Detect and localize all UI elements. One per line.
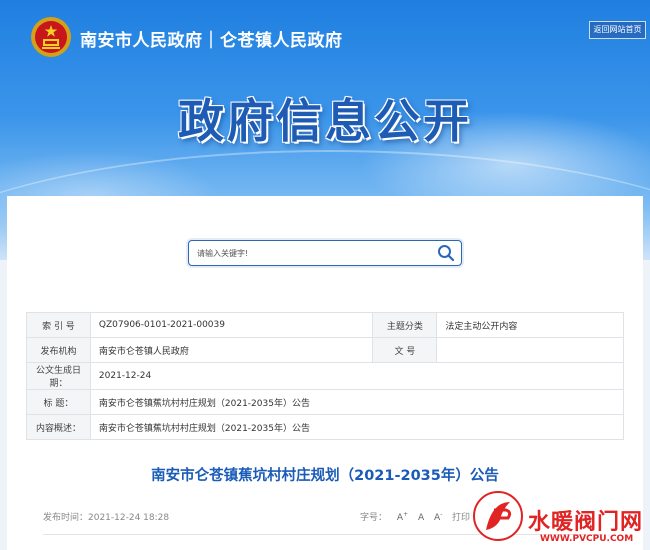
- publisher-value: 南安市仑苍镇人民政府: [89, 337, 374, 363]
- summary-label: 内容概述：: [26, 414, 91, 440]
- banner-title: 政府信息公开: [178, 94, 472, 148]
- search-icon[interactable]: [437, 244, 455, 262]
- docno-value: [436, 337, 624, 363]
- table-row: 内容概述： 南安市仑苍镇蕉坑村村庄规划（2021-2035年）公告: [26, 414, 625, 440]
- national-emblem-icon: [31, 17, 71, 57]
- topic-label: 主题分类: [372, 312, 438, 338]
- font-size-large-button[interactable]: A+: [397, 511, 408, 523]
- watermark-url: WWW.PVCPU.COM: [540, 534, 634, 544]
- site-name[interactable]: 南安市人民政府｜仑苍镇人民政府: [80, 26, 343, 51]
- docno-label: 文 号: [372, 337, 438, 363]
- search-input[interactable]: [195, 244, 429, 263]
- table-row: 标 题： 南安市仑苍镇蕉坑村村庄规划（2021-2035年）公告: [26, 389, 625, 415]
- font-size-label: 字号：: [360, 513, 388, 523]
- font-size-small-button[interactable]: A-: [434, 511, 442, 523]
- publisher-label: 发布机构: [26, 337, 91, 363]
- title-value: 南安市仑苍镇蕉坑村村庄规划（2021-2035年）公告: [89, 389, 625, 415]
- title-label: 标 题：: [26, 389, 91, 415]
- date-value: 2021-12-24: [89, 362, 625, 390]
- table-row: 发布机构 南安市仑苍镇人民政府 文 号: [26, 337, 624, 363]
- print-button[interactable]: 打印: [452, 510, 470, 523]
- article-title: 南安市仑苍镇蕉坑村村庄规划（2021-2035年）公告: [151, 468, 499, 484]
- watermark-text: 水暖阀门网: [528, 510, 644, 535]
- table-row: 索 引 号 QZ07906-0101-2021-00039 主题分类 法定主动公…: [26, 312, 624, 338]
- font-size-medium-button[interactable]: A: [418, 511, 424, 523]
- publish-time: 发布时间：2021-12-24 18:28: [43, 513, 170, 523]
- date-label: 公文生成日期：: [26, 362, 91, 390]
- index-label: 索 引 号: [26, 312, 91, 338]
- document-meta-table: 索 引 号 QZ07906-0101-2021-00039 主题分类 法定主动公…: [26, 312, 625, 440]
- index-value: QZ07906-0101-2021-00039: [89, 312, 374, 338]
- home-link[interactable]: 返回网站首页: [589, 21, 646, 39]
- font-size-controls: 字号： A+ A A-: [360, 510, 442, 523]
- topic-value: 法定主动公开内容: [436, 312, 624, 338]
- watermark-logo-icon: [473, 491, 523, 541]
- table-row: 公文生成日期： 2021-12-24: [26, 362, 625, 390]
- search-box: [188, 240, 462, 266]
- summary-value: 南安市仑苍镇蕉坑村村庄规划（2021-2035年）公告: [89, 414, 625, 440]
